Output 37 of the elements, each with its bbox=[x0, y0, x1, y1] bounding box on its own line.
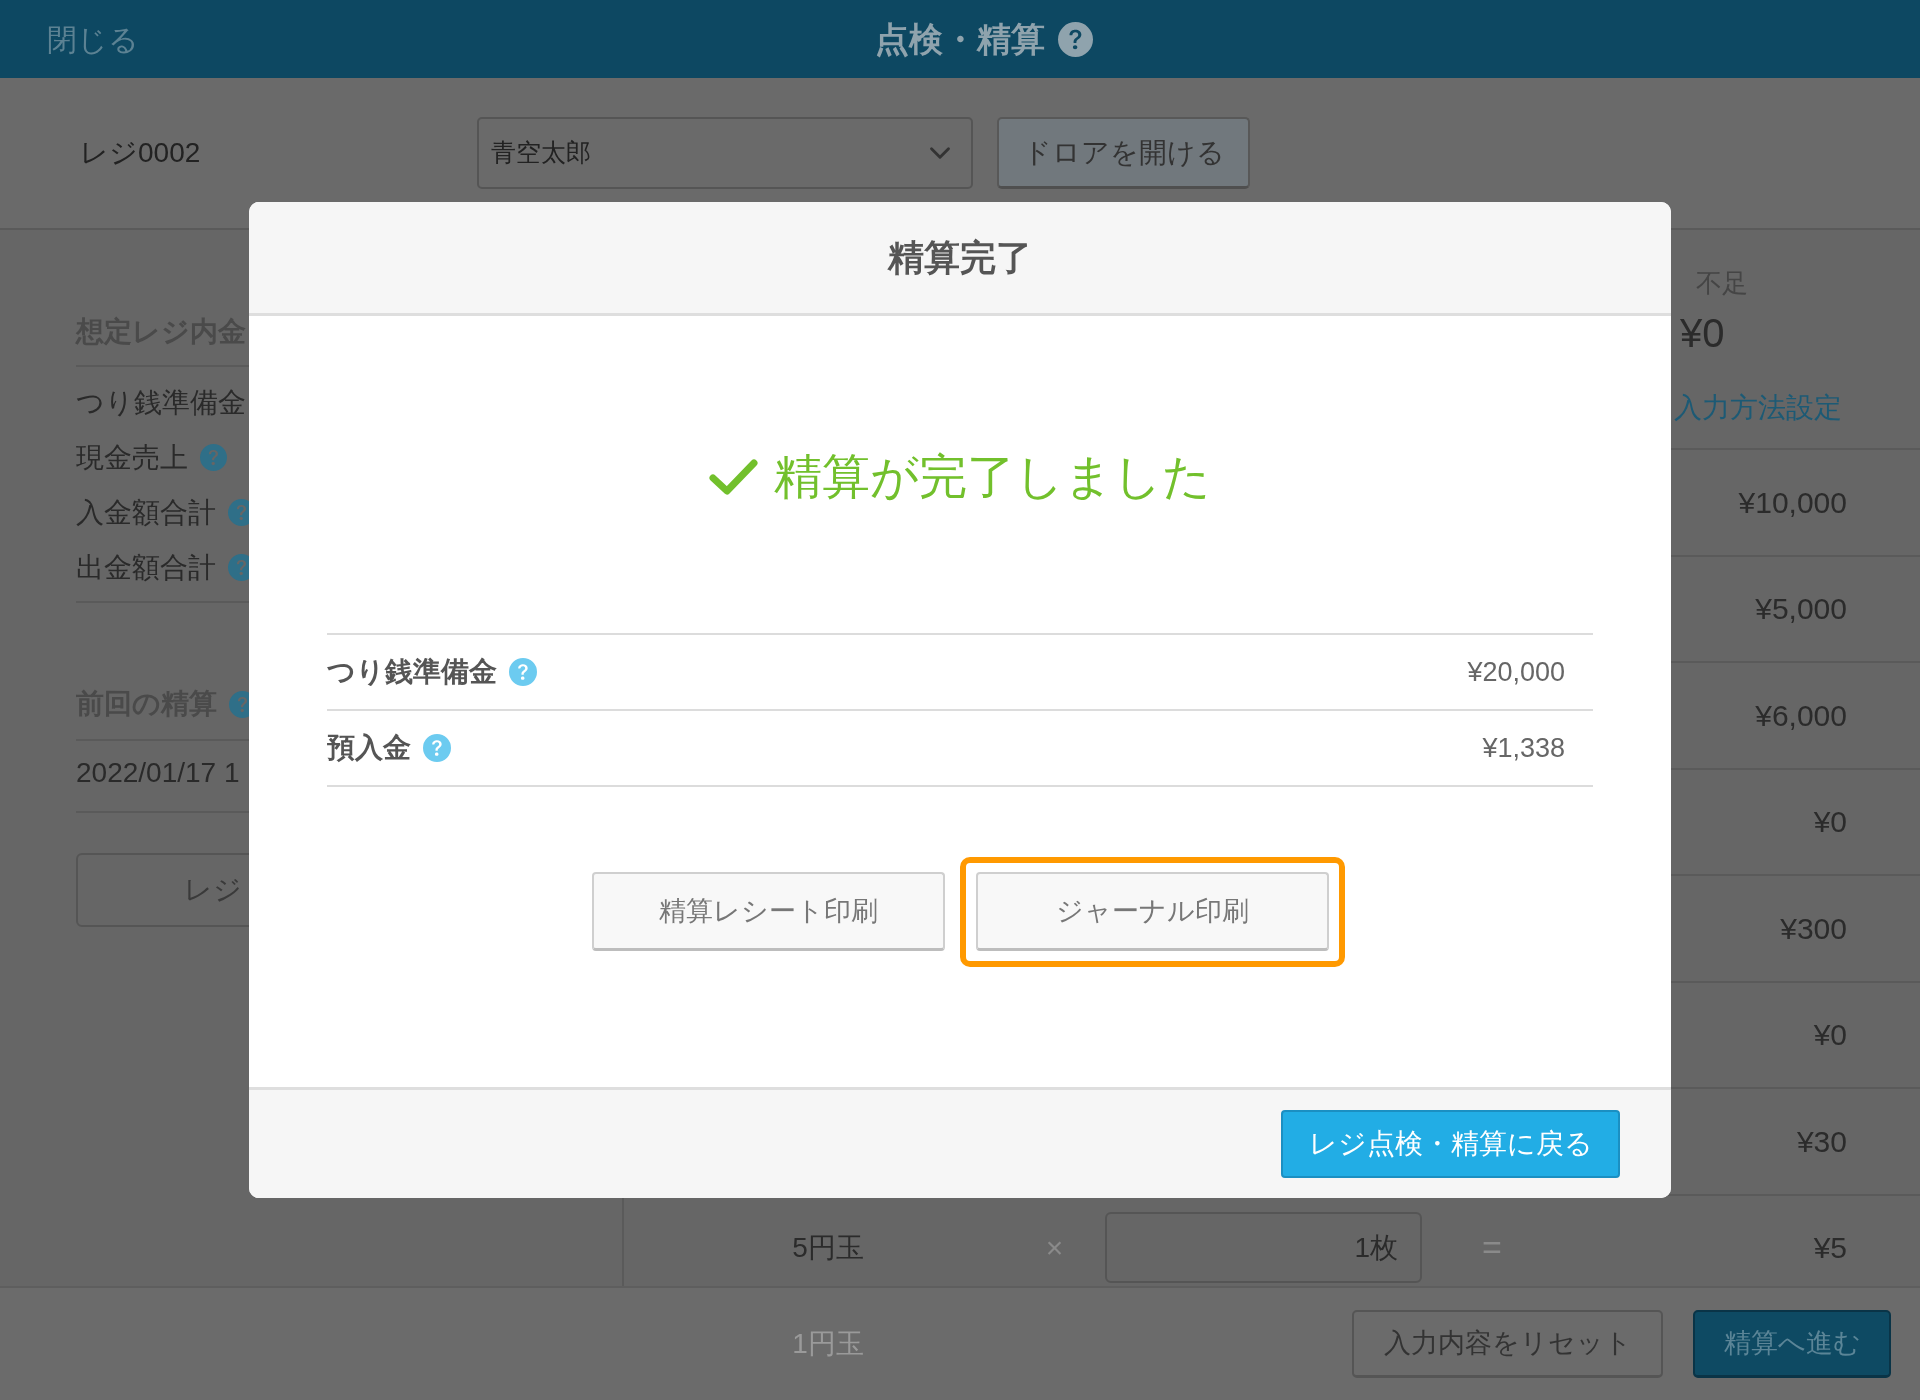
times-sign: × bbox=[1045, 1230, 1064, 1267]
staff-select[interactable]: 青空太郎 bbox=[477, 117, 973, 189]
count-field[interactable]: 1枚 bbox=[1105, 1212, 1422, 1284]
reset-button[interactable]: 入力内容をリセット bbox=[1352, 1310, 1663, 1378]
date-text: 2022/01/17 1 bbox=[76, 758, 240, 788]
amount-text: ¥6,000 bbox=[1755, 697, 1847, 734]
summary-label: 出金額合計 bbox=[76, 550, 216, 585]
coin-label: 5円玉 bbox=[792, 1230, 864, 1265]
amount-text: ¥0 bbox=[1813, 1017, 1847, 1054]
proceed-button[interactable]: 精算へ進む bbox=[1693, 1310, 1891, 1378]
print-button[interactable]: ジャーナル印刷 bbox=[975, 872, 1329, 951]
amount-text: ¥20,000 bbox=[1467, 655, 1565, 689]
amount-text: ¥1,338 bbox=[1482, 731, 1565, 765]
summary-label: 預入金 bbox=[327, 731, 411, 765]
help-icon[interactable] bbox=[1058, 21, 1093, 57]
drawer-button[interactable]: ドロアを開ける bbox=[997, 117, 1250, 189]
summary-label: 現金売上 bbox=[76, 440, 188, 475]
page-title: 点検・精算 bbox=[875, 18, 1045, 60]
amount-text: ¥300 bbox=[1780, 910, 1847, 947]
summary-label: つり銭準備金 bbox=[76, 385, 246, 420]
amount-text: ¥10,000 bbox=[1738, 484, 1847, 521]
back-button[interactable]: レジ点検・精算に戻る bbox=[1281, 1110, 1620, 1178]
print-button[interactable]: 精算レシート印刷 bbox=[591, 872, 945, 951]
amount-text: ¥0 bbox=[1813, 804, 1847, 841]
summary-label: つり銭準備金 bbox=[327, 655, 497, 689]
summary-label: 入金額合計 bbox=[76, 495, 216, 530]
register-name: レジ0002 bbox=[80, 136, 201, 170]
amount-text: ¥5,000 bbox=[1755, 591, 1847, 628]
check-icon bbox=[709, 458, 758, 496]
equals-sign: = bbox=[1482, 1227, 1502, 1269]
close-button[interactable]: 閉じる bbox=[47, 16, 139, 62]
dialog-title: 精算完了 bbox=[888, 235, 1032, 280]
shortage-amount: ¥0 bbox=[1680, 310, 1725, 356]
amount-text: ¥30 bbox=[1796, 1123, 1847, 1160]
success-message: 精算が完了しました bbox=[774, 449, 1211, 505]
amount-text: ¥5 bbox=[1813, 1230, 1847, 1267]
input-method-link[interactable]: 入力方法設定 bbox=[1674, 391, 1842, 425]
